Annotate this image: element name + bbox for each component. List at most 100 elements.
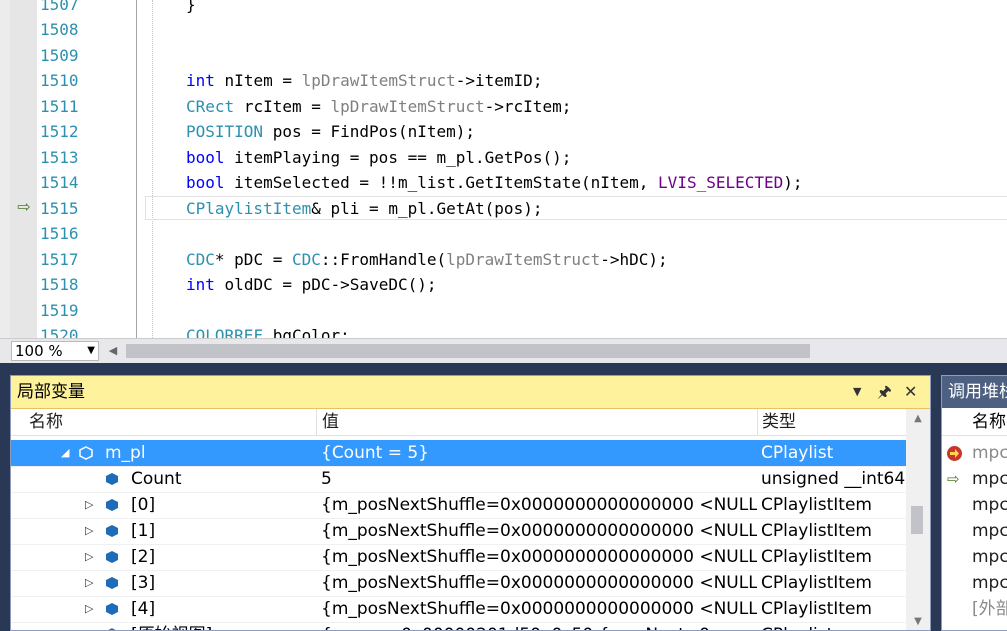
locals-row[interactable]: ▷ [1] {m_posNextShuffle=0x00000000000000… <box>11 518 906 545</box>
variable-name: m_pl <box>105 443 146 463</box>
frame-name: mpc <box>972 547 1007 567</box>
call-stack-row[interactable]: mpc <box>942 440 1007 466</box>
call-stack-row[interactable]: [外部 <box>942 596 1007 622</box>
variable-value[interactable]: {m_posNextShuffle=0x0000000000000000 <NU… <box>321 596 757 622</box>
vertical-scrollbar-thumb[interactable] <box>911 506 923 534</box>
variable-value[interactable]: {m_pos=0x00000201d50e0c50 {m_pNext=0x... <box>321 622 757 630</box>
zoom-level: 100 % <box>15 342 63 360</box>
collapse-icon[interactable]: ◢ <box>61 440 69 466</box>
return-arrow-icon: ⇨ <box>947 470 960 488</box>
indicator-margin[interactable] <box>10 0 37 338</box>
chevron-down-icon[interactable]: ▼ <box>87 342 95 360</box>
locals-vertical-scrollbar[interactable]: ▲ ▼ <box>906 409 930 630</box>
variable-type: CPlaylistItem <box>761 599 872 619</box>
outlining-line <box>136 0 137 338</box>
field-icon <box>106 525 118 537</box>
column-header-name[interactable]: 名称 <box>29 409 63 435</box>
current-frame-icon <box>947 446 962 461</box>
frame-name: mpc <box>972 573 1007 593</box>
expand-icon[interactable]: ▷ <box>85 596 93 622</box>
expand-icon[interactable]: ▷ <box>85 518 93 544</box>
line-number: 1512 <box>40 122 79 141</box>
variable-value[interactable]: {m_posNextShuffle=0x0000000000000000 <NU… <box>321 570 757 596</box>
window-menu-dropdown-icon[interactable]: ▼ <box>853 376 861 408</box>
column-header-name[interactable]: 名称 <box>972 409 1006 435</box>
call-stack-row[interactable]: mpc <box>942 570 1007 596</box>
locals-row[interactable]: ▷ [原始视图] {m_pos=0x00000201d50e0c50 {m_pN… <box>11 622 906 630</box>
variable-name: [2] <box>131 547 156 567</box>
column-divider[interactable] <box>757 409 758 435</box>
field-icon <box>106 551 118 563</box>
scroll-down-icon[interactable]: ▼ <box>906 616 930 627</box>
call-stack-row[interactable]: mpc <box>942 518 1007 544</box>
expand-icon[interactable]: ▷ <box>85 544 93 570</box>
line-number: 1511 <box>40 97 79 116</box>
variable-type: CPlaylistItem <box>761 573 872 593</box>
variable-value[interactable]: 5 <box>321 466 332 492</box>
line-number: 1515 <box>40 199 79 218</box>
code-line[interactable]: bool itemPlaying = pos == m_pl.GetPos(); <box>186 145 571 170</box>
locals-row[interactable]: Count 5 unsigned __int64 <box>11 466 906 493</box>
variable-type: CPlaylistItem <box>761 495 872 515</box>
variable-type: CPlaylist <box>761 443 834 463</box>
variable-name: [3] <box>131 573 156 593</box>
code-line[interactable]: POSITION pos = FindPos(nItem); <box>186 119 475 144</box>
variable-value[interactable]: {m_posNextShuffle=0x0000000000000000 <NU… <box>321 544 757 570</box>
pin-icon[interactable]: 🖈 <box>877 376 892 408</box>
code-editor[interactable]: ⇨ 1507 1508 1509 1510 1511 1512 1513 151… <box>0 0 1007 338</box>
code-line[interactable]: bool itemSelected = !!m_list.GetItemStat… <box>186 170 803 195</box>
line-number: 1508 <box>40 20 79 39</box>
field-icon <box>106 473 118 485</box>
object-icon <box>79 446 93 460</box>
variable-type: CPlaylistItem <box>761 547 872 567</box>
call-stack-row[interactable]: mpc <box>942 544 1007 570</box>
variable-name: [1] <box>131 521 156 541</box>
line-number: 1509 <box>40 46 79 65</box>
call-stack-row[interactable]: ⇨ mpc <box>942 466 1007 492</box>
code-line[interactable]: CRect rcItem = lpDrawItemStruct->rcItem; <box>186 94 571 119</box>
call-stack-row[interactable]: mpc <box>942 492 1007 518</box>
indent-guide <box>152 0 153 338</box>
horizontal-scrollbar-thumb[interactable] <box>126 344 810 358</box>
locals-column-header: 名称 值 类型 <box>11 409 930 436</box>
frame-name: mpc <box>972 495 1007 515</box>
close-icon[interactable]: ✕ <box>904 376 917 408</box>
expand-icon[interactable]: ▷ <box>85 492 93 518</box>
variable-value[interactable]: {m_posNextShuffle=0x0000000000000000 <NU… <box>321 518 757 544</box>
call-stack-column-header: 名称 <box>942 409 1007 436</box>
code-line[interactable]: } <box>186 0 196 17</box>
expand-icon[interactable]: ▷ <box>85 570 93 596</box>
variable-value[interactable]: {Count = 5} <box>321 440 429 466</box>
code-line[interactable]: CDC* pDC = CDC::FromHandle(lpDrawItemStr… <box>186 247 668 272</box>
variable-name: [4] <box>131 599 156 619</box>
expand-icon[interactable]: ▷ <box>85 622 93 630</box>
code-line[interactable]: int nItem = lpDrawItemStruct->itemID; <box>186 68 542 93</box>
frame-name: mpc <box>972 521 1007 541</box>
scroll-left-icon[interactable]: ◀ <box>105 343 121 359</box>
scroll-up-icon[interactable]: ▲ <box>906 413 930 424</box>
locals-row[interactable]: ▷ [2] {m_posNextShuffle=0x00000000000000… <box>11 544 906 571</box>
locals-row[interactable]: ▷ [3] {m_posNextShuffle=0x00000000000000… <box>11 570 906 597</box>
call-stack-title[interactable]: 调用堆栈 <box>942 376 1007 408</box>
code-line[interactable]: int oldDC = pDC->SaveDC(); <box>186 272 437 297</box>
locals-row-m-pl[interactable]: ◢ m_pl {Count = 5} CPlaylist <box>11 440 906 467</box>
locals-title-bar[interactable]: 局部变量 ▼ 🖈 ✕ <box>11 376 930 409</box>
code-line-current[interactable]: CPlaylistItem& pli = m_pl.GetAt(pos); <box>186 196 542 221</box>
code-line[interactable]: COLORREF bgColor; <box>186 323 350 338</box>
locals-row[interactable]: ▷ [0] {m_posNextShuffle=0x00000000000000… <box>11 492 906 519</box>
line-number: 1507 <box>40 0 79 14</box>
column-divider[interactable] <box>316 409 317 435</box>
locals-title: 局部变量 <box>17 382 85 402</box>
column-header-value[interactable]: 值 <box>322 409 339 435</box>
line-number: 1510 <box>40 71 79 90</box>
variable-name: Count <box>131 469 182 489</box>
variable-value[interactable]: {m_posNextShuffle=0x0000000000000000 <NU… <box>321 492 757 518</box>
field-icon <box>106 577 118 589</box>
variable-type: CPlaylistItem <box>761 521 872 541</box>
locals-row[interactable]: ▷ [4] {m_posNextShuffle=0x00000000000000… <box>11 596 906 623</box>
variable-type: unsigned __int64 <box>761 469 906 489</box>
zoom-dropdown[interactable]: 100 % ▼ <box>11 341 99 361</box>
variable-type: CPlaylist <box>761 622 833 630</box>
variable-name: [0] <box>131 495 156 515</box>
column-header-type[interactable]: 类型 <box>762 409 796 435</box>
